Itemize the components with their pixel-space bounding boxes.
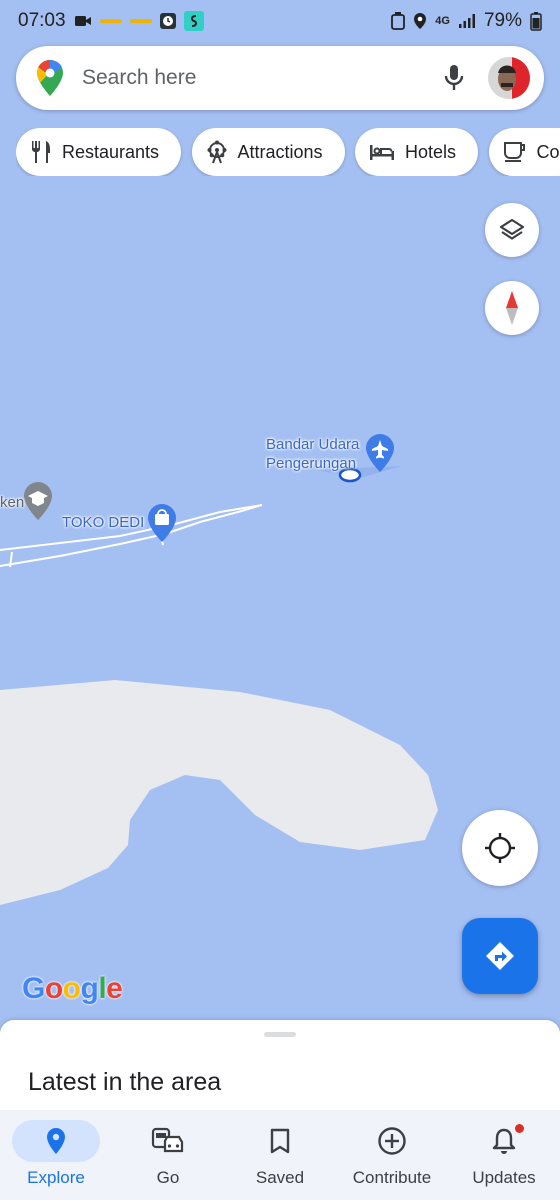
search-input[interactable]: Search here (82, 66, 434, 90)
compass-button[interactable] (485, 281, 539, 335)
video-call-icon (74, 16, 91, 26)
ferris-wheel-icon (207, 140, 227, 164)
bookmark-icon (270, 1128, 290, 1154)
google-logo: Google (22, 972, 123, 1005)
clock-app-icon (159, 13, 176, 29)
layers-icon (499, 218, 525, 240)
nav-icon-container (348, 1120, 436, 1162)
category-chips: Restaurants Attractions Hotels Co (16, 128, 560, 176)
bottom-sheet[interactable]: Latest in the area (0, 1020, 560, 1110)
nav-label: Contribute (352, 1168, 432, 1187)
shazam-icon (183, 11, 204, 31)
recycle-icon (391, 12, 406, 30)
nav-label: Updates (472, 1168, 536, 1187)
bottom-navigation: Explore Go Saved Contribute Updates (0, 1110, 560, 1200)
nav-go[interactable]: Go (112, 1110, 224, 1200)
signal-icon (458, 14, 475, 28)
chip-label: Restaurants (62, 141, 160, 162)
mic-icon (444, 65, 464, 90)
nav-updates[interactable]: Updates (448, 1110, 560, 1200)
nav-label: Explore (27, 1168, 85, 1187)
maps-pin-icon (37, 60, 63, 96)
explore-pin-icon (47, 1128, 65, 1154)
directions-icon (486, 942, 514, 970)
layers-button[interactable] (485, 203, 539, 257)
chip-attractions[interactable]: Attractions (191, 128, 345, 176)
coffee-icon (503, 142, 525, 162)
search-bar[interactable]: Search here (16, 46, 544, 110)
nav-icon-container (460, 1120, 548, 1162)
compass-icon (506, 291, 518, 325)
bed-icon (370, 145, 395, 160)
mic-button[interactable] (434, 58, 474, 98)
chip-label: Co (536, 141, 560, 162)
my-location-icon (485, 833, 515, 863)
status-bar: 07:03 4G 79% (0, 0, 560, 42)
chip-label: Hotels (405, 141, 457, 162)
nav-contribute[interactable]: Contribute (336, 1110, 448, 1200)
chip-label: Attractions (237, 141, 323, 162)
app-notification-icon-2 (129, 19, 152, 23)
avatar[interactable] (488, 57, 530, 99)
battery-icon (530, 12, 542, 31)
nav-label: Saved (255, 1168, 305, 1187)
nav-icon-container (236, 1120, 324, 1162)
bell-icon (492, 1128, 516, 1154)
battery-percent: 79% (483, 10, 522, 31)
map-label-airport[interactable]: Bandar Udara Pengerungan (266, 435, 376, 473)
notification-badge (515, 1124, 524, 1133)
commute-icon (151, 1127, 184, 1153)
app-notification-icon (99, 19, 122, 23)
nav-label: Go (156, 1168, 180, 1187)
add-circle-icon (378, 1127, 406, 1155)
sheet-title: Latest in the area (28, 1068, 222, 1096)
my-location-button[interactable] (462, 810, 538, 886)
clock: 07:03 (18, 10, 66, 31)
location-icon (414, 13, 427, 29)
nav-saved[interactable]: Saved (224, 1110, 336, 1200)
sheet-drag-handle[interactable] (264, 1032, 296, 1037)
fork-knife-icon (32, 141, 50, 163)
map-label-partial[interactable]: ken (0, 494, 24, 511)
chip-coffee[interactable]: Co (488, 128, 560, 176)
status-left: 07:03 (18, 10, 204, 32)
nav-explore[interactable]: Explore (0, 1110, 112, 1200)
chip-hotels[interactable]: Hotels (355, 128, 479, 176)
nav-icon-container (12, 1120, 100, 1162)
map-label-shop[interactable]: TOKO DEDI (62, 514, 144, 531)
directions-button[interactable] (462, 918, 538, 994)
nav-icon-container (124, 1120, 212, 1162)
status-right: 4G 79% (391, 10, 542, 32)
chip-restaurants[interactable]: Restaurants (16, 128, 182, 176)
network-type: 4G (435, 15, 450, 27)
